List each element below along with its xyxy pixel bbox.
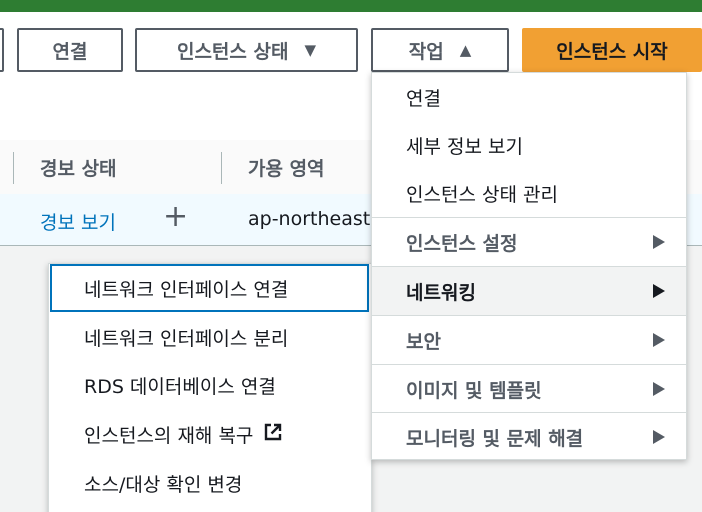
actions-menu: 연결 세부 정보 보기 인스턴스 상태 관리 인스턴스 설정 네트워킹 보안 이… xyxy=(371,72,687,460)
actions-dropdown[interactable]: 작업 ▲ xyxy=(371,28,509,72)
submenu-arrow-icon xyxy=(653,235,665,249)
connect-button[interactable]: 연결 xyxy=(17,28,123,72)
caret-down-icon: ▼ xyxy=(304,41,317,59)
menu-item-label: 연결 xyxy=(406,87,441,110)
column-divider[interactable] xyxy=(13,152,14,184)
submenu-item-label: 네트워크 인터페이스 연결 xyxy=(84,278,289,301)
menu-item-connect[interactable]: 연결 xyxy=(372,73,686,121)
networking-submenu: 네트워크 인터페이스 연결 네트워크 인터페이스 분리 RDS 데이터베이스 연… xyxy=(48,263,372,512)
add-alarm-plus-icon[interactable]: + xyxy=(163,200,188,234)
menu-item-label: 세부 정보 보기 xyxy=(406,135,523,158)
submenu-item-detach-network-interface[interactable]: 네트워크 인터페이스 분리 xyxy=(49,313,371,361)
submenu-item-disaster-recovery[interactable]: 인스턴스의 재해 복구 xyxy=(49,410,371,458)
menu-item-label: 인스턴스 상태 관리 xyxy=(406,183,558,206)
menu-item-view-details[interactable]: 세부 정보 보기 xyxy=(372,121,686,169)
launch-instance-button[interactable]: 인스턴스 시작 xyxy=(522,28,702,72)
previous-button-edge[interactable] xyxy=(0,28,4,72)
launch-instance-label: 인스턴스 시작 xyxy=(556,40,668,63)
submenu-item-label: 인스턴스의 재해 복구 xyxy=(84,424,254,447)
menu-item-images-templates[interactable]: 이미지 및 템플릿 xyxy=(372,365,686,413)
submenu-arrow-icon xyxy=(653,333,665,347)
menu-item-label: 보안 xyxy=(406,330,441,353)
submenu-item-label: 소스/대상 확인 변경 xyxy=(84,473,243,496)
submenu-arrow-icon xyxy=(653,382,665,396)
menu-item-label: 네트워킹 xyxy=(406,281,476,304)
menu-item-label: 모니터링 및 문제 해결 xyxy=(406,427,584,450)
submenu-arrow-icon xyxy=(653,430,665,444)
column-header-alarm-state[interactable]: 경보 상태 xyxy=(40,154,117,181)
actions-label: 작업 xyxy=(408,40,444,63)
menu-item-monitor-troubleshoot[interactable]: 모니터링 및 문제 해결 xyxy=(372,413,686,461)
submenu-item-label: RDS 데이터베이스 연결 xyxy=(84,375,276,398)
menu-item-label: 인스턴스 설정 xyxy=(406,232,518,255)
external-link-icon xyxy=(263,422,283,447)
menu-item-instance-settings[interactable]: 인스턴스 설정 xyxy=(372,218,686,266)
submenu-item-connect-rds-database[interactable]: RDS 데이터베이스 연결 xyxy=(49,361,371,409)
submenu-arrow-icon xyxy=(653,284,665,298)
submenu-item-attach-network-interface[interactable]: 네트워크 인터페이스 연결 xyxy=(50,264,369,312)
view-alarms-link[interactable]: 경보 보기 xyxy=(40,208,116,235)
instance-state-label: 인스턴스 상태 xyxy=(176,40,289,63)
instance-state-dropdown[interactable]: 인스턴스 상태 ▼ xyxy=(135,28,358,72)
menu-item-networking[interactable]: 네트워킹 xyxy=(372,267,686,315)
menu-item-label: 이미지 및 템플릿 xyxy=(406,379,542,402)
column-header-availability-zone[interactable]: 가용 영역 xyxy=(248,154,325,181)
submenu-item-label: 네트워크 인터페이스 분리 xyxy=(84,327,289,350)
submenu-item-change-source-dest-check[interactable]: 소스/대상 확인 변경 xyxy=(49,459,371,507)
top-status-strip xyxy=(0,0,702,12)
column-divider[interactable] xyxy=(221,152,222,184)
menu-item-security[interactable]: 보안 xyxy=(372,316,686,364)
connect-button-label: 연결 xyxy=(52,40,88,63)
menu-item-manage-instance-state[interactable]: 인스턴스 상태 관리 xyxy=(372,169,686,217)
caret-up-icon: ▲ xyxy=(459,41,472,59)
availability-zone-value: ap-northeast-2a xyxy=(248,208,372,230)
